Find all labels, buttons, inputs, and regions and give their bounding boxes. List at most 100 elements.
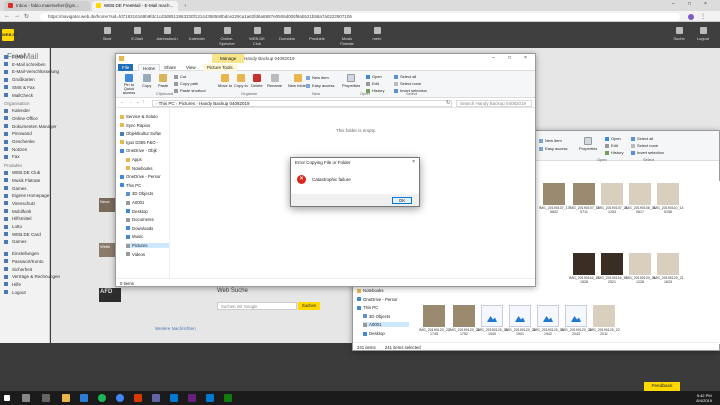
sidebar-link[interactable]: Musik Flatrate bbox=[4, 178, 40, 185]
visual-studio-icon[interactable] bbox=[188, 394, 196, 402]
up-icon[interactable]: ↑ bbox=[142, 99, 145, 105]
minimize-icon[interactable]: – bbox=[492, 55, 495, 61]
new-item-button[interactable]: New item bbox=[539, 138, 562, 143]
tab-webde[interactable]: WEB.DE FreeMail - E-Mail mach... bbox=[92, 1, 178, 11]
reload-icon[interactable]: ↻ bbox=[24, 13, 29, 20]
file-explorer-icon[interactable] bbox=[62, 394, 70, 402]
easy-access-button[interactable]: Easy access bbox=[306, 83, 334, 88]
photo-thumbnail[interactable] bbox=[573, 183, 595, 205]
sidebar-link[interactable]: Mobilfunk bbox=[4, 209, 31, 216]
windows-start-icon[interactable] bbox=[4, 395, 10, 401]
teams-icon[interactable] bbox=[152, 394, 160, 402]
paste-shortcut-button[interactable]: Paste shortcut bbox=[174, 88, 206, 93]
copy-button[interactable]: Copy bbox=[142, 74, 151, 88]
tab-picture-tools[interactable]: Picture Tools bbox=[203, 64, 237, 71]
nav-tree-item[interactable]: OneDrive - Persor bbox=[357, 297, 398, 302]
top-nav-item[interactable]: WEB.DE Club bbox=[246, 27, 268, 46]
nav-tree-item[interactable]: A0001 bbox=[126, 200, 144, 205]
move-to-button[interactable]: Move to bbox=[218, 74, 232, 88]
new-item-button[interactable]: New item bbox=[306, 75, 329, 80]
sidebar-link[interactable]: Geschenke bbox=[4, 139, 35, 146]
sidebar-link[interactable]: Hilfsmittel bbox=[4, 216, 32, 223]
nav-tree-item[interactable]: OneDrive - Objk bbox=[120, 148, 157, 153]
nav-tree-item[interactable]: Sync Rapios bbox=[120, 123, 150, 128]
photo-thumbnail[interactable] bbox=[601, 253, 623, 275]
sidebar-link[interactable]: Lotto bbox=[4, 224, 22, 231]
sidebar-link[interactable]: E-Mail schreiben bbox=[4, 62, 46, 69]
photo-thumbnail[interactable] bbox=[657, 183, 679, 205]
folder-search-input[interactable]: Search Handy Backup 04082019 bbox=[456, 99, 532, 107]
properties-button[interactable]: Properties bbox=[342, 74, 360, 88]
breadcrumb-pictures[interactable]: Pictures bbox=[179, 101, 195, 106]
task-view-icon[interactable] bbox=[42, 394, 50, 402]
nav-tree-item[interactable]: This PC bbox=[120, 183, 141, 188]
top-nav-item[interactable]: Online-Speicher bbox=[216, 27, 238, 46]
profile-avatar[interactable] bbox=[688, 13, 694, 20]
photo-thumbnail[interactable] bbox=[593, 305, 615, 327]
sidebar-link[interactable]: Games bbox=[4, 239, 27, 246]
new-tab-button[interactable]: + bbox=[180, 1, 190, 11]
search-button[interactable]: Suche bbox=[668, 27, 690, 41]
sidebar-link[interactable]: Pinnwand bbox=[4, 131, 32, 138]
refresh-icon[interactable]: ↻ bbox=[446, 100, 450, 106]
sidebar-link[interactable]: Games bbox=[4, 186, 27, 193]
sidebar-link[interactable]: E-Mail bbox=[4, 54, 25, 61]
sidebar-link[interactable]: Hilfe bbox=[4, 282, 21, 289]
maximize-icon[interactable]: □ bbox=[688, 1, 691, 7]
web-search-button[interactable]: Suchen bbox=[298, 302, 320, 310]
top-nav-item[interactable]: Produkte bbox=[306, 27, 328, 41]
nav-tree-item[interactable]: Documents bbox=[126, 217, 154, 222]
mail-icon[interactable] bbox=[206, 394, 214, 402]
nav-tree-item[interactable]: Service & Soluto bbox=[120, 114, 158, 119]
maximize-icon[interactable]: □ bbox=[508, 55, 511, 61]
url-input[interactable]: https://navigator.web.de/home?sid=fd7193… bbox=[40, 12, 680, 21]
minimize-icon[interactable]: – bbox=[672, 1, 675, 7]
tab-share[interactable]: Share bbox=[160, 64, 180, 71]
photo-thumbnail[interactable] bbox=[573, 253, 595, 275]
delete-button[interactable]: Delete bbox=[251, 74, 263, 88]
select-none-button[interactable]: Select none bbox=[631, 143, 658, 148]
tab-gmail[interactable]: Inbox - fabio.maierseher@gm... bbox=[4, 1, 90, 11]
sidebar-link[interactable]: Kalender bbox=[4, 108, 30, 115]
breadcrumb-current[interactable]: Handy Backup 04082019 bbox=[199, 101, 250, 106]
sidebar-link[interactable]: MailCheck bbox=[4, 93, 33, 100]
ok-button[interactable]: OK bbox=[392, 196, 412, 204]
manage-contextual-tab[interactable]: Manage bbox=[212, 54, 245, 63]
photo-thumbnail[interactable] bbox=[601, 183, 623, 205]
sidebar-link[interactable]: Online Office bbox=[4, 116, 38, 123]
word-icon[interactable] bbox=[80, 394, 88, 402]
select-all-button[interactable]: Select all bbox=[631, 136, 653, 141]
properties-button[interactable]: Properties bbox=[579, 137, 597, 151]
tab-home[interactable]: Home bbox=[138, 64, 161, 71]
nav-tree-item[interactable]: Notebooks bbox=[357, 288, 384, 293]
top-nav-item[interactable]: Musik Flatrate bbox=[336, 27, 358, 46]
sidebar-link[interactable]: Fax bbox=[4, 154, 20, 161]
sidebar-link[interactable]: Grußkarten bbox=[4, 77, 35, 84]
nav-tree-item[interactable]: Notebooks bbox=[126, 166, 153, 171]
sidebar-link[interactable]: Dokumenten Manager bbox=[4, 124, 57, 131]
top-nav-item[interactable]: Adressbuch bbox=[156, 27, 178, 41]
select-all-button[interactable]: Select all bbox=[394, 74, 416, 79]
sidebar-link[interactable]: Virenschutz bbox=[4, 201, 35, 208]
nav-tree-item[interactable]: Igus D365 F&O - bbox=[120, 140, 158, 145]
error-dialog[interactable]: Error Copying File or Folder × × Catastr… bbox=[290, 157, 420, 207]
cut-button[interactable]: Cut bbox=[174, 74, 186, 79]
sidebar-link[interactable]: WEB.DE Card bbox=[4, 232, 41, 239]
edit-button[interactable]: Edit bbox=[605, 143, 618, 148]
edit-button[interactable]: Edit bbox=[366, 81, 379, 86]
feedback-button[interactable]: Feedback bbox=[644, 382, 680, 391]
copy-to-button[interactable]: Copy to bbox=[234, 74, 248, 88]
photo-thumbnail[interactable] bbox=[453, 305, 475, 327]
nav-tree-item[interactable]: 3D Objects bbox=[363, 314, 390, 319]
history-button[interactable]: History bbox=[605, 150, 623, 155]
sidebar-link[interactable]: E-Mail-Verschlüsselung bbox=[4, 69, 59, 76]
close-icon[interactable]: × bbox=[412, 159, 415, 165]
pin-quick-access-button[interactable]: Pin to Quick access bbox=[119, 74, 139, 95]
photo-thumbnail[interactable] bbox=[537, 305, 559, 327]
photo-thumbnail[interactable] bbox=[509, 305, 531, 327]
nav-tree-item[interactable]: Videos bbox=[126, 252, 145, 257]
forward-icon[interactable]: → bbox=[128, 99, 133, 105]
nav-tree-item[interactable]: Apps bbox=[126, 157, 142, 162]
nav-tree-item[interactable]: Pictures bbox=[126, 243, 169, 248]
tab-view[interactable]: View bbox=[182, 64, 200, 71]
